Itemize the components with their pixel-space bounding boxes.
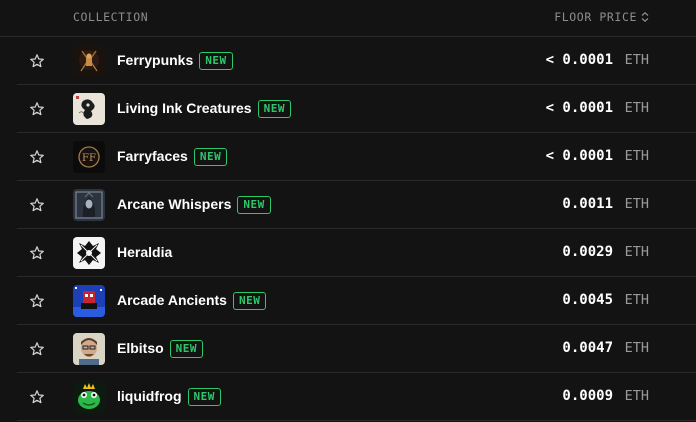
star-icon[interactable] bbox=[29, 341, 45, 357]
arcane-whispers-avatar bbox=[73, 189, 105, 221]
currency-unit: ETH bbox=[624, 196, 649, 212]
star-icon[interactable] bbox=[29, 197, 45, 213]
heraldia-avatar bbox=[73, 237, 105, 269]
ferrypunks-avatar bbox=[73, 45, 105, 77]
new-badge: NEW bbox=[193, 148, 228, 166]
collection-name: Elbitso NEW bbox=[117, 340, 204, 358]
floor-price-label: FLOOR PRICE bbox=[554, 10, 637, 24]
currency-unit: ETH bbox=[624, 148, 649, 164]
new-badge: NEW bbox=[257, 100, 291, 118]
floor-price-value: 0.0045 bbox=[562, 292, 613, 308]
star-icon[interactable] bbox=[29, 389, 45, 405]
floor-price-value: < 0.0001 bbox=[545, 148, 613, 164]
collection-name: Heraldia bbox=[117, 244, 173, 260]
new-badge: NEW bbox=[232, 292, 267, 310]
collection-row-arcade-ancients[interactable]: Arcade Ancients NEW 0.0045 ETH bbox=[17, 277, 696, 325]
currency-unit: ETH bbox=[624, 388, 649, 404]
star-icon[interactable] bbox=[29, 293, 45, 309]
collection-name: liquidfrog NEW bbox=[117, 388, 221, 406]
star-icon[interactable] bbox=[29, 53, 45, 69]
collection-name: Arcade Ancients NEW bbox=[117, 292, 267, 310]
currency-unit: ETH bbox=[624, 340, 649, 356]
living-ink-avatar bbox=[73, 93, 105, 125]
floor-price-value: < 0.0001 bbox=[545, 52, 613, 68]
collection-row-liquidfrog[interactable]: liquidfrog NEW 0.0009 ETH bbox=[17, 373, 696, 421]
star-icon[interactable] bbox=[29, 245, 45, 261]
collection-row-elbitso[interactable]: Elbitso NEW 0.0047 ETH bbox=[17, 325, 696, 373]
new-badge: NEW bbox=[187, 388, 221, 406]
currency-unit: ETH bbox=[624, 52, 649, 68]
floor-price-value: 0.0047 bbox=[562, 340, 613, 356]
collection-row-farryfaces[interactable]: FF Farryfaces NEW < 0.0001 ETH bbox=[17, 133, 696, 181]
floor-price-sort-header[interactable]: FLOOR PRICE bbox=[554, 10, 649, 24]
new-badge: NEW bbox=[199, 52, 233, 70]
table-header: COLLECTION FLOOR PRICE bbox=[0, 0, 696, 37]
collection-column-header: COLLECTION bbox=[73, 10, 149, 24]
liquidfrog-avatar bbox=[73, 381, 105, 413]
new-badge: NEW bbox=[169, 340, 204, 358]
collection-name: Ferrypunks NEW bbox=[117, 52, 233, 70]
star-icon[interactable] bbox=[29, 149, 45, 165]
currency-unit: ETH bbox=[624, 100, 649, 116]
arcade-ancients-avatar bbox=[73, 285, 105, 317]
currency-unit: ETH bbox=[624, 292, 649, 308]
new-badge: NEW bbox=[237, 196, 271, 214]
floor-price-value: 0.0009 bbox=[562, 388, 613, 404]
collection-row-ferrypunks[interactable]: Ferrypunks NEW < 0.0001 ETH bbox=[17, 37, 696, 85]
floor-price-value: 0.0029 bbox=[562, 244, 613, 260]
collection-name: Living Ink Creatures NEW bbox=[117, 100, 291, 118]
farryfaces-avatar: FF bbox=[73, 141, 105, 173]
collection-row-heraldia[interactable]: Heraldia 0.0029 ETH bbox=[17, 229, 696, 277]
floor-price-value: < 0.0001 bbox=[545, 100, 613, 116]
collection-name: Arcane Whispers NEW bbox=[117, 196, 271, 214]
currency-unit: ETH bbox=[624, 244, 649, 260]
sort-updown-icon bbox=[641, 12, 649, 22]
floor-price-value: 0.0011 bbox=[562, 196, 613, 212]
collection-row-living-ink-creatures[interactable]: Living Ink Creatures NEW < 0.0001 ETH bbox=[17, 85, 696, 133]
star-icon[interactable] bbox=[29, 101, 45, 117]
collection-table: COLLECTION FLOOR PRICE Ferrypunks NEW < 0… bbox=[0, 0, 696, 422]
collection-name: Farryfaces NEW bbox=[117, 148, 228, 166]
elbitso-avatar bbox=[73, 333, 105, 365]
collection-row-arcane-whispers[interactable]: Arcane Whispers NEW 0.0011 ETH bbox=[17, 181, 696, 229]
svg-text:FF: FF bbox=[82, 153, 96, 164]
